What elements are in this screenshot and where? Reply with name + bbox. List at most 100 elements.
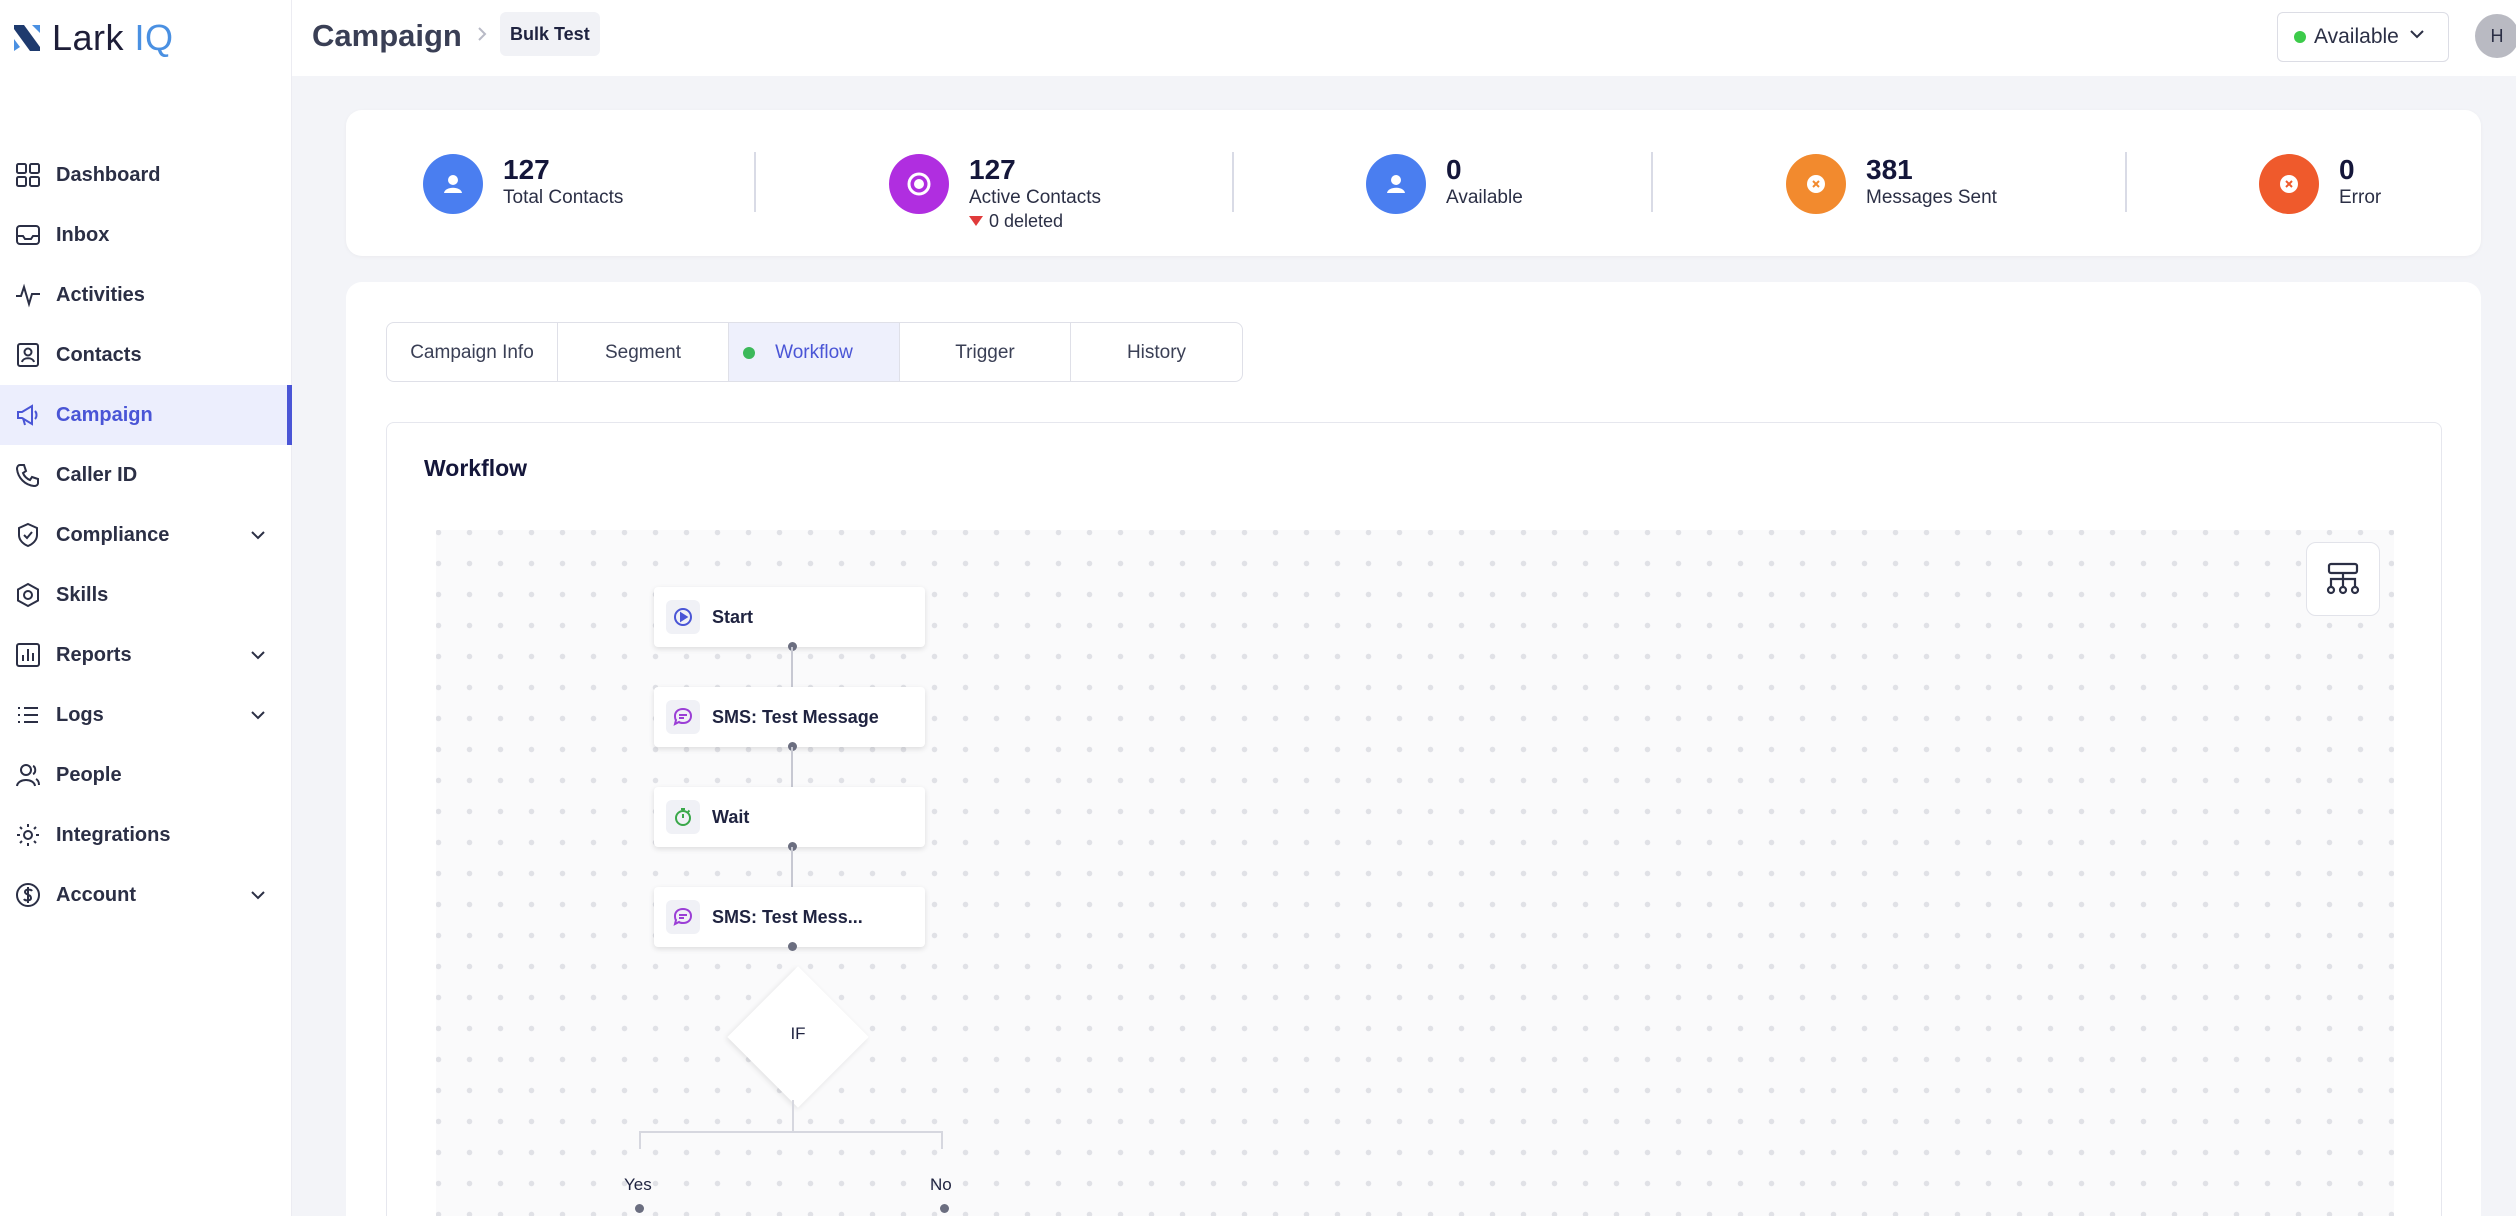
stat-available: 0 Available [1366,154,1523,214]
active-dot [743,347,755,359]
workflow-canvas[interactable]: Start SMS: Test Message Wait SMS: Test M… [436,530,2394,1216]
stat-error: 0 Error [2259,154,2381,214]
divider [754,152,756,212]
sidebar-item-label: People [56,763,122,786]
chevron-down-icon[interactable] [248,645,268,665]
edge [639,1131,943,1133]
tab-campaign-info[interactable]: Campaign Info [387,323,558,381]
workflow-node-start[interactable]: Start [654,587,925,647]
edge [792,1100,794,1132]
edge [791,647,793,687]
status-dropdown[interactable]: Available [2277,12,2449,62]
page-title: Campaign [312,18,462,53]
sidebar-item-reports[interactable]: Reports [0,625,292,685]
workflow-node-sms-2[interactable]: SMS: Test Mess... [654,887,925,947]
chevron-down-icon [2407,24,2427,50]
stat-label: Error [2339,187,2382,208]
stat-value: 0 [2339,154,2355,185]
sidebar-item-dashboard[interactable]: Dashboard [0,145,292,205]
lark-logo-icon [14,25,40,51]
connector-handle[interactable] [940,1204,949,1213]
sidebar-item-inbox[interactable]: Inbox [0,205,292,265]
sidebar-item-activities[interactable]: Activities [0,265,292,325]
edge [639,1131,641,1149]
tab-workflow[interactable]: Workflow [729,323,900,381]
sidebar-item-label: Activities [56,283,145,306]
x-circle-icon [1786,154,1846,214]
stat-active-contacts: 127 Active Contacts 0 deleted [889,154,1101,232]
sidebar-item-label: Campaign [56,403,153,426]
sidebar-item-label: Skills [56,583,109,606]
down-triangle-icon [969,216,983,226]
sidebar-item-label: Inbox [56,223,110,246]
user-icon [423,154,483,214]
timer-icon [666,800,700,834]
stat-label: Active Contacts [969,187,1101,208]
hierarchy-icon [2326,562,2360,595]
stat-value: 127 [503,154,550,185]
sidebar-item-people[interactable]: People [0,745,292,805]
sidebar-item-caller-id[interactable]: Caller ID [0,445,292,505]
divider [1651,152,1653,212]
edge [941,1131,943,1149]
chevron-down-icon[interactable] [248,705,268,725]
workflow-node-wait[interactable]: Wait [654,787,925,847]
tab-bar: Campaign Info Segment Workflow Trigger H… [386,322,1243,382]
bar-chart-icon [12,639,44,671]
sidebar: Lark IQ Dashboard Inbox Activities Conta… [0,0,292,1216]
target-icon [889,154,949,214]
sidebar-item-compliance[interactable]: Compliance [0,505,292,565]
sidebar-item-logs[interactable]: Logs [0,685,292,745]
connector-handle[interactable] [788,942,797,951]
chat-icon [666,700,700,734]
status-dot [2294,31,2306,43]
node-label: SMS: Test Mess... [712,906,863,927]
stats-card: 127 Total Contacts 127 Active Contacts 0… [346,110,2481,256]
sidebar-item-label: Account [56,883,136,906]
connector-handle[interactable] [635,1204,644,1213]
shield-check-icon [12,519,44,551]
dollar-icon [12,879,44,911]
megaphone-icon [12,399,44,431]
auto-layout-button[interactable] [2306,542,2380,616]
logo-text: Lark IQ [52,17,174,58]
sidebar-item-skills[interactable]: Skills [0,565,292,625]
stat-value: 127 [969,154,1016,185]
sidebar-item-label: Reports [56,643,132,666]
sidebar-item-contacts[interactable]: Contacts [0,325,292,385]
x-circle-icon [2259,154,2319,214]
stat-total-contacts: 127 Total Contacts [423,154,623,214]
stat-value: 381 [1866,154,1913,185]
activity-icon [12,279,44,311]
sidebar-item-account[interactable]: Account [0,865,292,925]
divider [2125,152,2127,212]
stat-label: Messages Sent [1866,187,1997,208]
tab-history[interactable]: History [1071,323,1242,381]
tab-segment[interactable]: Segment [558,323,729,381]
hexagon-icon [12,579,44,611]
logo[interactable]: Lark IQ [10,16,174,60]
tab-trigger[interactable]: Trigger [900,323,1071,381]
sidebar-item-label: Logs [56,703,104,726]
sidebar-item-label: Dashboard [56,163,161,186]
sidebar-item-label: Compliance [56,523,170,546]
divider [1232,152,1234,212]
edge [791,747,793,787]
node-label: Start [712,606,754,627]
workflow-panel: Workflow Start SMS: Test Message Wait SM… [386,422,2442,1216]
campaign-detail-card: Campaign Info Segment Workflow Trigger H… [346,282,2481,1216]
workflow-node-sms[interactable]: SMS: Test Message [654,687,925,747]
chevron-down-icon[interactable] [248,885,268,905]
stat-label: Total Contacts [503,187,624,208]
sidebar-item-label: Caller ID [56,463,138,486]
sidebar-nav: Dashboard Inbox Activities Contacts Camp… [0,145,292,925]
avatar[interactable]: H [2475,14,2516,58]
sidebar-item-campaign[interactable]: Campaign [0,385,292,445]
chevron-down-icon[interactable] [248,525,268,545]
sidebar-item-integrations[interactable]: Integrations [0,805,292,865]
branch-yes-label: Yes [624,1175,652,1194]
sidebar-item-label: Integrations [56,823,171,846]
chevron-right-icon [472,24,492,44]
tab-label: Workflow [775,342,853,363]
breadcrumb[interactable]: Bulk Test [500,12,600,56]
